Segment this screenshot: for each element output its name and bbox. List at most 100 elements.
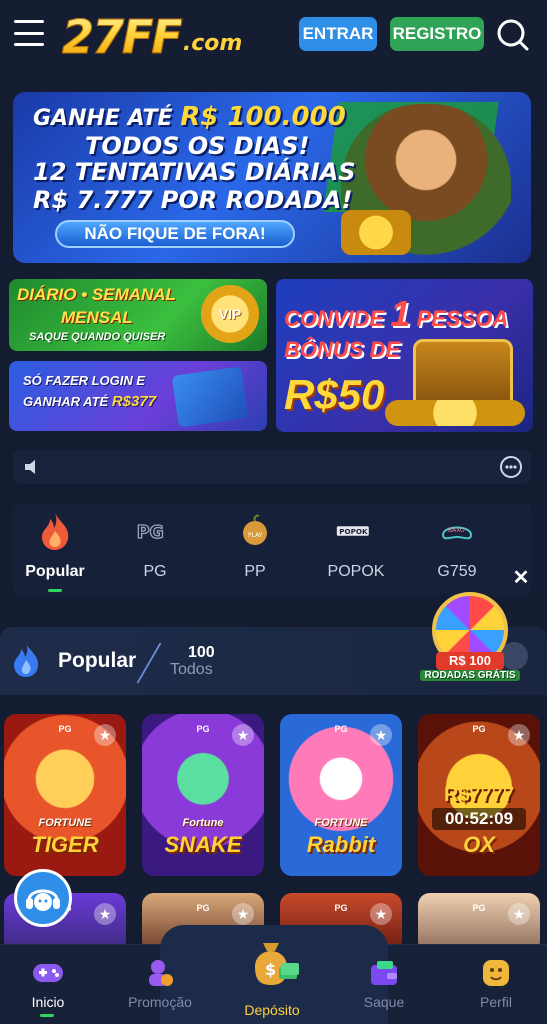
section-title: Popular bbox=[58, 649, 137, 672]
tab-label: PP bbox=[244, 563, 266, 580]
vip-line-3: SAQUE QUANDO QUISER bbox=[29, 331, 166, 343]
money-bag-icon[interactable]: $ bbox=[243, 937, 299, 989]
profile-icon bbox=[480, 958, 512, 988]
svg-text:BAXO: BAXO bbox=[448, 527, 465, 534]
invite-line-3: R$50 bbox=[284, 371, 385, 418]
logo-domain: .com bbox=[182, 31, 243, 56]
provider-badge: PG bbox=[334, 724, 348, 734]
site-logo[interactable]: 27FF .com bbox=[62, 8, 243, 65]
game-title-main: TIGER bbox=[31, 832, 99, 857]
banner-line-2: TODOS OS DIAS! bbox=[85, 132, 310, 160]
nav-deposit-label[interactable]: Depósito bbox=[230, 1002, 314, 1018]
pg-logo-icon: PG bbox=[135, 511, 175, 551]
banner-line-4: R$ 7.777 POR RODADA! bbox=[33, 186, 353, 214]
tab-label: POPOK bbox=[327, 563, 385, 580]
wheel-subtitle: RODADAS GRÁTIS bbox=[420, 670, 520, 681]
announcement-bar[interactable] bbox=[13, 450, 531, 484]
invite-line-1-number: 1 bbox=[390, 293, 411, 334]
nav-label: Perfil bbox=[480, 994, 512, 1010]
provider-badge: PG bbox=[196, 903, 210, 913]
game-card[interactable]: PG ★ FORTUNE Rabbit bbox=[280, 714, 402, 876]
tab-pp[interactable]: PLAY PP bbox=[213, 503, 297, 595]
search-icon[interactable] bbox=[495, 17, 529, 51]
nav-label: Promoção bbox=[128, 994, 192, 1010]
game-title-main: SNAKE bbox=[164, 832, 242, 857]
banner-line-3: 12 TENTATIVAS DIÁRIAS bbox=[33, 158, 356, 186]
chat-icon[interactable] bbox=[499, 455, 523, 479]
section-all-link[interactable]: Todos bbox=[170, 661, 213, 679]
favorite-star-icon[interactable]: ★ bbox=[94, 903, 116, 925]
lucky-wheel-promo[interactable]: R$ 100 RODADAS GRÁTIS bbox=[420, 592, 520, 688]
invite-line-1-suffix: PESSOA bbox=[416, 306, 509, 331]
section-divider bbox=[136, 643, 162, 683]
nav-promotion[interactable]: Promoção bbox=[112, 958, 208, 1010]
tab-popok[interactable]: POPOK POPOK bbox=[313, 503, 399, 595]
wallet-icon bbox=[368, 958, 400, 988]
gamepad-icon bbox=[32, 958, 64, 988]
promo-banner-main[interactable]: GANHE ATÉ R$ 100.000 TODOS OS DIAS! 12 T… bbox=[13, 92, 531, 263]
close-icon[interactable]: ✕ bbox=[512, 568, 530, 588]
nav-withdraw[interactable]: Saque bbox=[336, 958, 432, 1010]
banner-cta-button[interactable]: NÃO FIQUE DE FORA! bbox=[55, 220, 295, 248]
game-title-small: Fortune bbox=[182, 817, 224, 829]
game-title-main: Rabbit bbox=[306, 832, 376, 857]
promo-banner-invite[interactable]: CONVIDE 1 PESSOA BÔNUS DE R$50 bbox=[276, 279, 533, 432]
login-button[interactable]: ENTRAR bbox=[299, 17, 377, 51]
vip-line-2: MENSAL bbox=[61, 308, 133, 327]
gift-box-image bbox=[171, 366, 249, 428]
game-title: FORTUNE Rabbit bbox=[280, 812, 402, 856]
banner-line-1-prefix: GANHE ATÉ bbox=[33, 106, 173, 131]
svg-text:PG: PG bbox=[137, 523, 164, 543]
tab-g759[interactable]: BAXO G759 bbox=[415, 503, 499, 595]
game-title-small: FORTUNE bbox=[38, 817, 92, 829]
coins-pile-image bbox=[385, 400, 525, 426]
nav-label: Saque bbox=[363, 994, 405, 1010]
promo-banner-vip[interactable]: DIÁRIO • SEMANAL MENSAL SAQUE QUANDO QUI… bbox=[9, 279, 267, 351]
tab-pg[interactable]: PG PG bbox=[113, 503, 197, 595]
tab-popular[interactable]: Popular bbox=[13, 503, 97, 595]
favorite-star-icon[interactable]: ★ bbox=[508, 903, 530, 925]
nav-label: Inicio bbox=[31, 994, 65, 1010]
menu-icon[interactable] bbox=[14, 20, 44, 46]
banner-line-1: GANHE ATÉ R$ 100.000 bbox=[33, 102, 346, 132]
login-line-2-prefix: GANHAR ATÉ bbox=[23, 394, 109, 409]
promo-banner-login[interactable]: SÓ FAZER LOGIN E GANHAR ATÉ R$377 bbox=[9, 361, 267, 431]
favorite-star-icon[interactable]: ★ bbox=[232, 903, 254, 925]
provider-badge: PG bbox=[472, 724, 486, 734]
provider-badge: PG bbox=[334, 903, 348, 913]
pp-logo-icon: PLAY bbox=[235, 511, 275, 551]
tab-label: Popular bbox=[25, 563, 85, 580]
favorite-star-icon[interactable]: ★ bbox=[94, 724, 116, 746]
register-button[interactable]: REGISTRO bbox=[390, 17, 484, 51]
game-card[interactable]: PG ★ Fortune SNAKE bbox=[142, 714, 264, 876]
game-card[interactable]: PG ★ R$7777 00:52:09 OX bbox=[418, 714, 540, 876]
nav-home[interactable]: Inicio bbox=[0, 958, 96, 1010]
nav-profile[interactable]: Perfil bbox=[448, 958, 544, 1010]
logo-text: 27FF bbox=[62, 10, 184, 65]
top-header: 27FF .com ENTRAR REGISTRO bbox=[0, 0, 547, 72]
game-title-small: FORTUNE bbox=[314, 817, 368, 829]
vip-badge-icon: VIP bbox=[201, 285, 259, 343]
login-line-2: GANHAR ATÉ R$377 bbox=[23, 393, 156, 410]
favorite-star-icon[interactable]: ★ bbox=[508, 724, 530, 746]
favorite-star-icon[interactable]: ★ bbox=[232, 724, 254, 746]
provider-badge: PG bbox=[472, 903, 486, 913]
favorite-star-icon[interactable]: ★ bbox=[370, 903, 392, 925]
provider-badge: PG bbox=[58, 724, 72, 734]
game-title-main: OX bbox=[463, 832, 495, 857]
section-count: 100 bbox=[188, 644, 215, 661]
gold-coins-image bbox=[341, 210, 411, 255]
customer-support-icon[interactable] bbox=[14, 869, 72, 927]
promotion-icon bbox=[144, 958, 176, 988]
tab-label: G759 bbox=[437, 563, 477, 580]
game-card[interactable]: PG ★ FORTUNE TIGER bbox=[4, 714, 126, 876]
game-title: Fortune SNAKE bbox=[142, 812, 264, 856]
favorite-star-icon[interactable]: ★ bbox=[370, 724, 392, 746]
page: 27FF .com ENTRAR REGISTRO GANHE ATÉ R$ 1… bbox=[0, 0, 547, 1024]
invite-line-2: BÔNUS DE bbox=[284, 337, 401, 362]
svg-text:$: $ bbox=[265, 960, 276, 979]
vip-line-1: DIÁRIO • SEMANAL bbox=[17, 285, 176, 304]
popok-logo-icon: POPOK bbox=[336, 511, 376, 551]
jackpot-amount: R$7777 bbox=[443, 784, 515, 806]
svg-text:PLAY: PLAY bbox=[248, 532, 263, 539]
